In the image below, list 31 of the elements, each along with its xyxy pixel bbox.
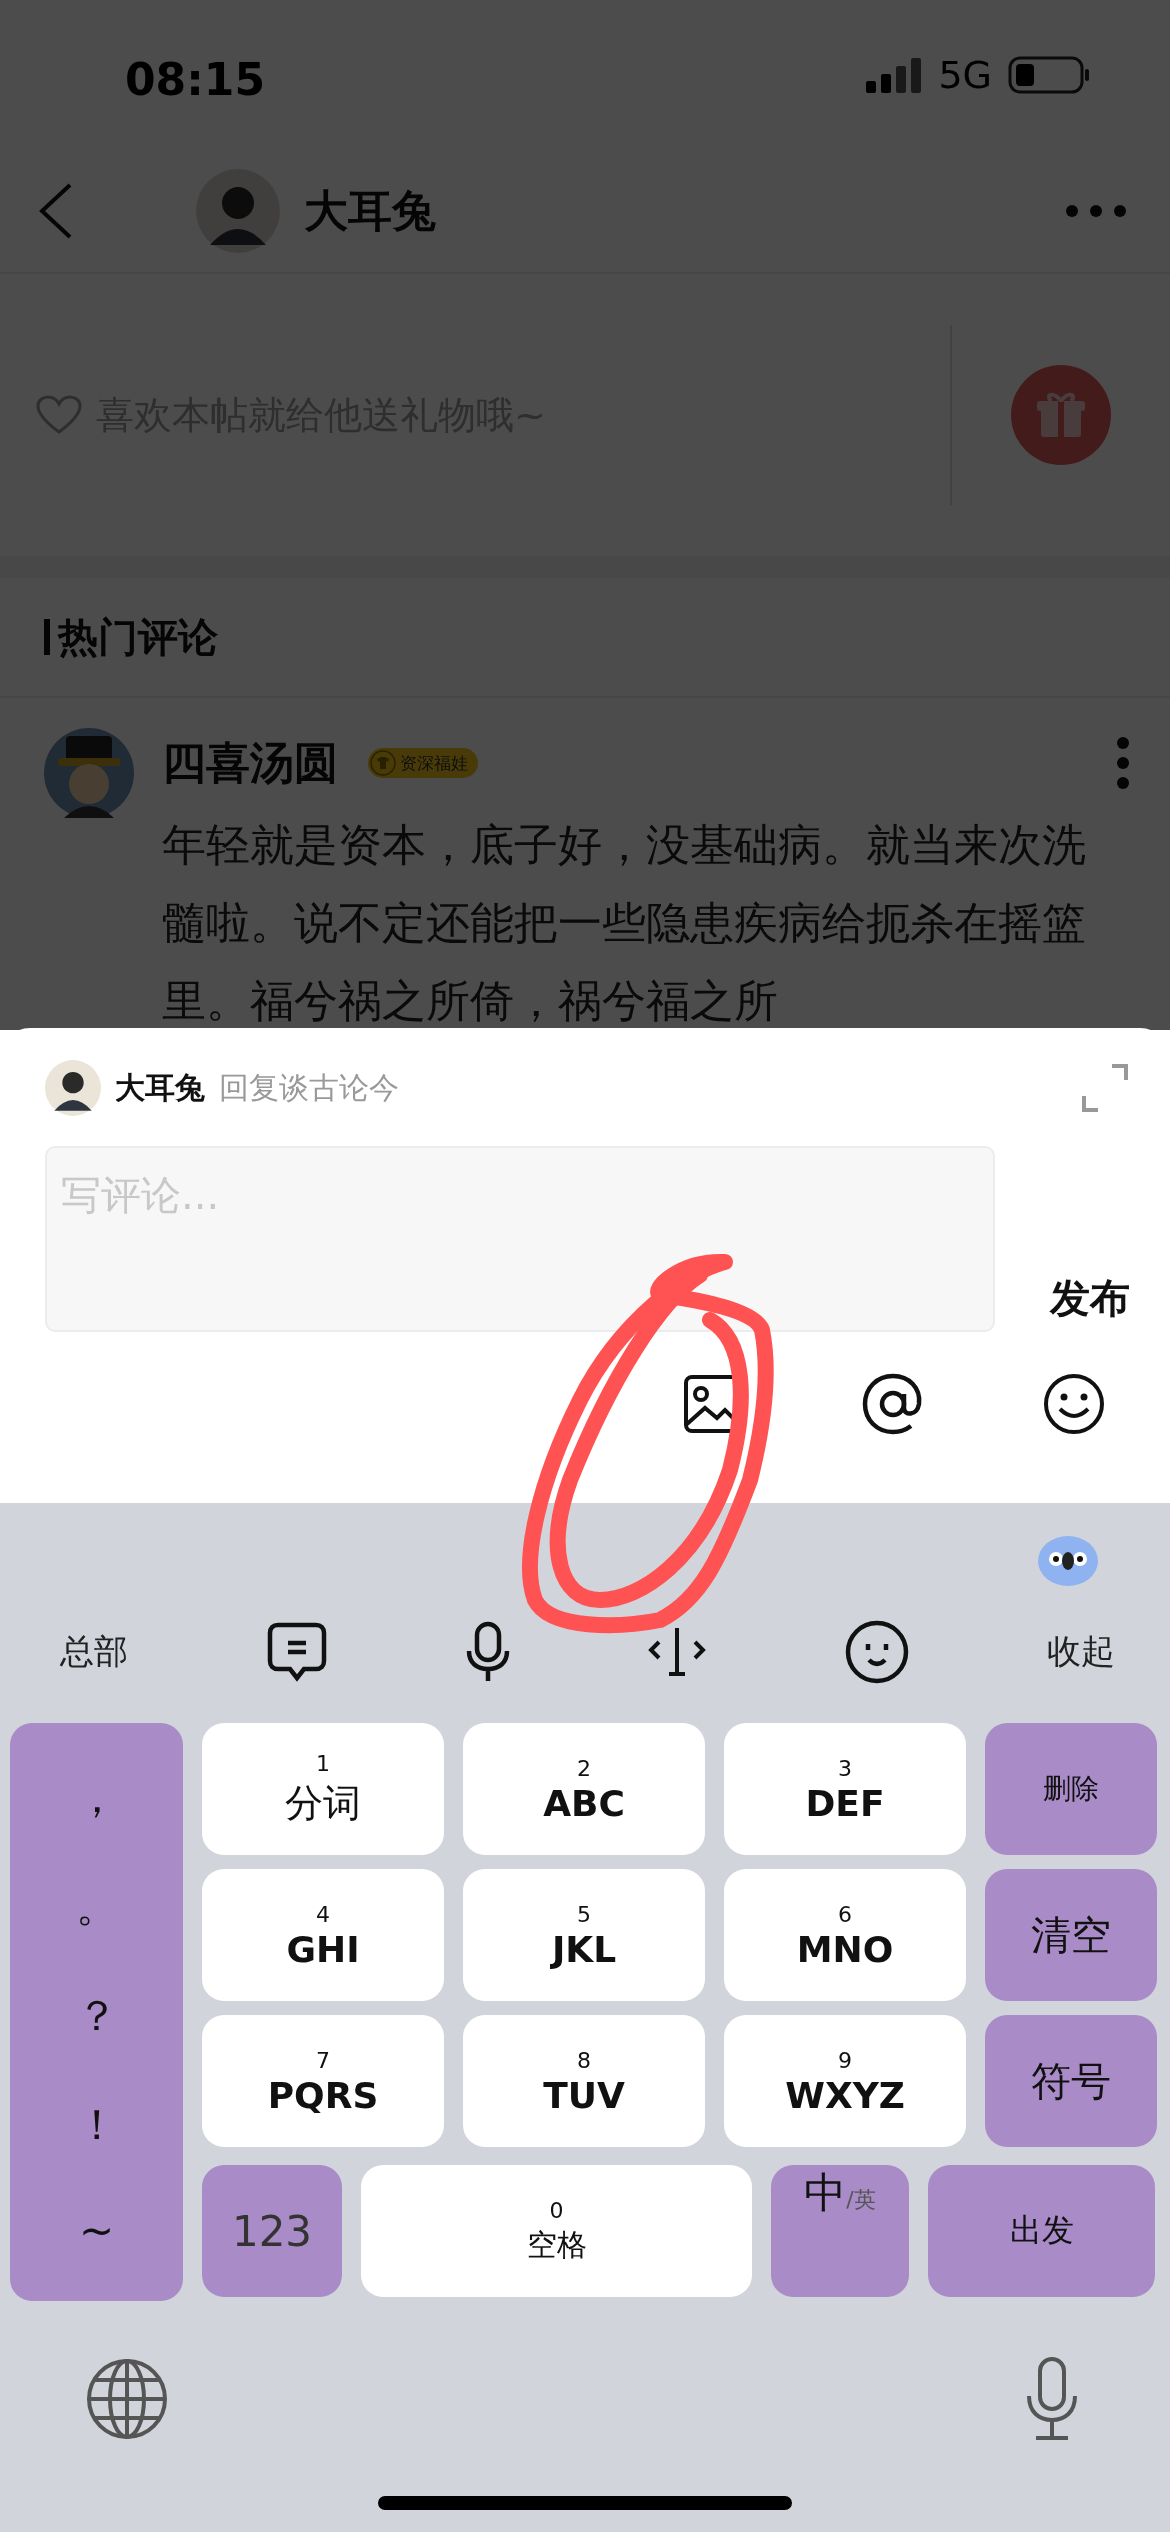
profile-name: 大耳兔: [304, 183, 437, 238]
publish-button[interactable]: 发布: [1050, 1271, 1130, 1332]
reply-target: 回复谈古论今: [219, 1068, 400, 1107]
letter-key[interactable]: 6 MNO: [724, 1869, 966, 2001]
status-time: 08:15: [125, 52, 266, 105]
letter-key[interactable]: 7 PQRS: [202, 2015, 444, 2147]
punctuation-key[interactable]: ~: [78, 2205, 115, 2255]
letter-key[interactable]: 8 TUV: [463, 2015, 705, 2147]
commenter-name: 四喜汤圆: [162, 735, 338, 790]
letter-key[interactable]: 4 GHI: [202, 1869, 444, 2001]
punctuation-key[interactable]: ，: [75, 1769, 118, 1826]
letter-key[interactable]: 3 DEF: [724, 1723, 966, 1855]
keyboard-home-button[interactable]: 总部: [60, 1629, 128, 1675]
letter-key[interactable]: 2 ABC: [463, 1723, 705, 1855]
letter-key[interactable]: 9 WXYZ: [724, 2015, 966, 2147]
reply-author: 大耳兔: [115, 1068, 205, 1107]
punctuation-key[interactable]: ？: [75, 1987, 118, 2044]
collapse-keyboard-button[interactable]: 收起: [1047, 1629, 1115, 1675]
letter-key[interactable]: 5 JKL: [463, 1869, 705, 2001]
network-label: 5G: [938, 53, 992, 97]
go-key[interactable]: 出发: [928, 2165, 1155, 2297]
numbers-key[interactable]: 123: [202, 2165, 342, 2297]
comment-text: 年轻就是资本，底子好，没基础病。就当来次洗髓啦。说不定还能把一些隐患疾病给扼杀在摇篮里。福兮祸之所倚，祸兮福之所: [162, 818, 1087, 1028]
letter-key[interactable]: 1 分词: [202, 1723, 444, 1855]
function-key[interactable]: 清空: [985, 1869, 1157, 2001]
space-key[interactable]: 0 空格: [361, 2165, 752, 2297]
punctuation-key[interactable]: ！: [75, 2096, 118, 2153]
language-key[interactable]: 中/英: [771, 2165, 909, 2297]
function-key[interactable]: 删除: [985, 1723, 1157, 1855]
punctuation-key[interactable]: 。: [75, 1878, 118, 1935]
function-key[interactable]: 符号: [985, 2015, 1157, 2147]
